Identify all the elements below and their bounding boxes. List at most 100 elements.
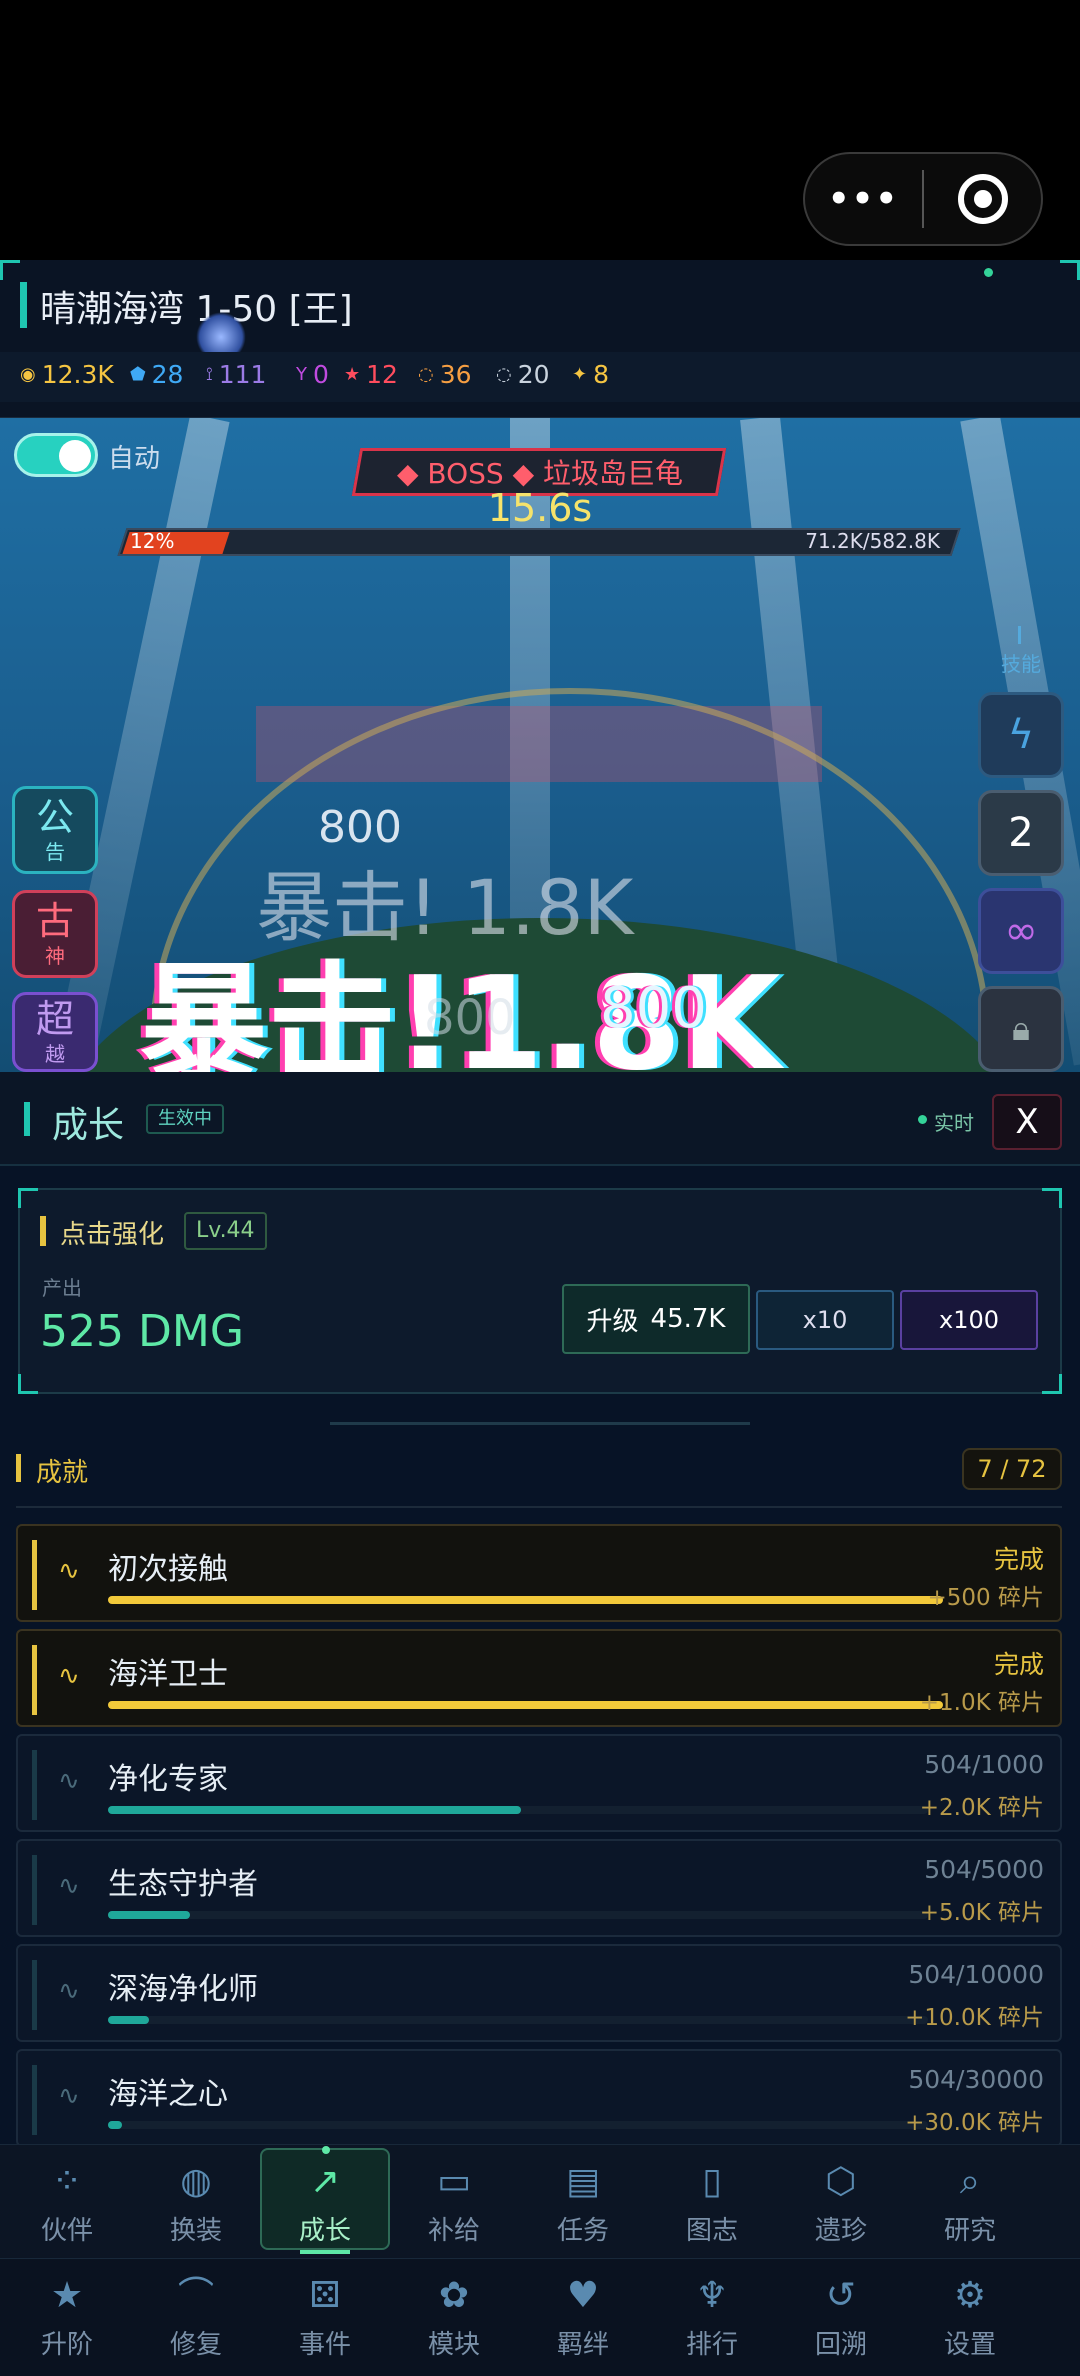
bulb-icon: ◌ (418, 364, 434, 385)
notice-label: 告 (45, 840, 65, 864)
achievement-accent (32, 2065, 37, 2135)
status-badge: 生效中 (146, 1104, 224, 1134)
achievement-status: 504/5000 (924, 1855, 1044, 1884)
nav-trend[interactable]: ↗ 成长 (270, 2160, 380, 2247)
lightning-skill-button[interactable]: ϟ (978, 692, 1064, 778)
more-menu-icon[interactable]: ••• (805, 179, 922, 219)
title-accent (20, 282, 27, 328)
nav-dice[interactable]: ⚄ 事件 (270, 2274, 380, 2361)
upgrade-x100-button[interactable]: x100 (900, 1290, 1038, 1350)
resource-value: 12 (366, 360, 398, 389)
upgrade-button[interactable]: 升级 45.7K (562, 1284, 750, 1354)
nav-label: 事件 (298, 2330, 351, 2360)
nav-module[interactable]: ✿ 模块 (399, 2274, 509, 2361)
gear-icon: ⚙ (953, 2275, 987, 2316)
team-icon: ⁘ (51, 2161, 83, 2202)
locked-skill-button[interactable]: 🔒︎ (978, 986, 1064, 1072)
trophy-icon: ♆ (695, 2275, 729, 2316)
nav-label: 补给 (427, 2216, 480, 2246)
transcend-button[interactable]: 超 越 (12, 992, 98, 1072)
achievement-item[interactable]: ∿ 初次接触 完成 +500 碎片 (16, 1524, 1062, 1622)
nav-label: 羁绊 (556, 2330, 609, 2360)
upgrade-cost: 45.7K (650, 1304, 726, 1334)
nav-repair[interactable]: ⌒ 修复 (141, 2274, 251, 2361)
tap-upgrade-title: 点击强化 (60, 1220, 165, 1250)
achievement-name: 生态守护者 (108, 1867, 258, 1902)
achievement-reward: +500 碎片 (927, 1585, 1044, 1611)
skill-count-button[interactable]: 2 (978, 790, 1064, 876)
coin-icon: ◉ (20, 364, 36, 385)
growth-accent (24, 1102, 30, 1136)
nav-team[interactable]: ⁘ 伙伴 (12, 2160, 122, 2247)
achievement-reward: +1.0K 碎片 (919, 1690, 1044, 1716)
ancient-god-button[interactable]: 古 神 (12, 890, 98, 978)
nav-label: 回溯 (814, 2330, 867, 2360)
achievement-reward: +30.0K 碎片 (905, 2110, 1044, 2136)
nav-rewind[interactable]: ↺ 回溯 (786, 2274, 896, 2361)
clipboard-icon: ▤ (565, 2161, 600, 2202)
resource-value: 28 (151, 360, 184, 389)
auto-toggle[interactable] (14, 433, 98, 477)
achievement-item[interactable]: ∿ 海洋卫士 完成 +1.0K 碎片 (16, 1629, 1062, 1727)
resource-value: 0 (313, 360, 329, 389)
nav-heart[interactable]: ♥ 羁绊 (528, 2274, 638, 2361)
growth-title: 成长 (52, 1105, 125, 1146)
gem-icon: ⬟ (130, 364, 146, 385)
achievement-item[interactable]: ∿ 深海净化师 504/10000 +10.0K 碎片 (16, 1944, 1062, 2042)
close-button[interactable]: X (992, 1094, 1062, 1150)
nav-label: 模块 (427, 2330, 480, 2360)
achievement-item[interactable]: ∿ 净化专家 504/1000 +2.0K 碎片 (16, 1734, 1062, 1832)
miniprogram-capsule: ••• (803, 152, 1043, 246)
level-badge: Lv.44 (184, 1212, 267, 1250)
nav-magnifier[interactable]: ⌕ 研究 (915, 2160, 1025, 2247)
transcend-glyph: 超 (35, 997, 74, 1041)
module-icon: ✿ (438, 2275, 470, 2316)
nav-label: 研究 (943, 2216, 996, 2246)
nav-gem-shield[interactable]: ⬡ 遗珍 (786, 2160, 896, 2247)
nav-palette[interactable]: ◍ 换装 (141, 2160, 251, 2247)
resource-bar: ◉ 12.3K ⬟ 28 ⟟ 111 Y 0 ★ 12 ◌ 36 ◌ 20 ✦ 8 (0, 352, 1080, 402)
output-value: 525 DMG (40, 1306, 244, 1357)
sword-icon: ⟟ (206, 364, 213, 385)
active-underline (300, 2250, 350, 2254)
heart-icon: ♥ (566, 2275, 600, 2316)
upgrade-x10-button[interactable]: x10 (756, 1290, 894, 1350)
achievement-status: 504/10000 (908, 1960, 1044, 1989)
section-divider (330, 1422, 750, 1425)
nav-book[interactable]: ▯ 图志 (657, 2160, 767, 2247)
achievement-status: 504/30000 (908, 2065, 1044, 2094)
achievement-progress-fill (108, 1701, 943, 1709)
gem-shield-icon: ⬡ (825, 2161, 857, 2202)
lightning-icon: ϟ (1007, 712, 1035, 758)
nav-trophy[interactable]: ♆ 排行 (657, 2274, 767, 2361)
auto-label: 自动 (108, 444, 161, 474)
nav-label: 修复 (169, 2330, 222, 2360)
achievement-accent (32, 1750, 37, 1820)
achievement-item[interactable]: ∿ 生态守护者 504/5000 +5.0K 碎片 (16, 1839, 1062, 1937)
ancient-god-label: 神 (45, 944, 65, 968)
nav-label: 遗珍 (814, 2216, 867, 2246)
nav-clipboard[interactable]: ▤ 任务 (528, 2160, 638, 2247)
notice-button[interactable]: 公 告 (12, 786, 98, 874)
transcend-label: 越 (45, 1042, 65, 1066)
achievement-progress-track (108, 2121, 928, 2129)
nav-star[interactable]: ★ 升阶 (12, 2274, 122, 2361)
achievement-item[interactable]: ∿ 海洋之心 504/30000 +30.0K 碎片 (16, 2049, 1062, 2147)
achievements-accent (16, 1454, 21, 1482)
close-miniprogram-button[interactable] (924, 174, 1041, 224)
achievements-title: 成就 (36, 1458, 89, 1488)
nav-label: 升阶 (40, 2330, 93, 2360)
wave-icon: ∿ (58, 1661, 80, 1691)
trend-icon: ↗ (309, 2161, 341, 2202)
boss-timer: 15.6s (487, 486, 593, 530)
spark-icon: ✦ (572, 364, 588, 385)
achievement-accent (32, 1855, 37, 1925)
dice-icon: ⚄ (309, 2275, 341, 2316)
infinity-skill-button[interactable]: ∞ (978, 888, 1064, 974)
skill-count: 2 (1008, 810, 1034, 856)
nav-gear[interactable]: ⚙ 设置 (915, 2274, 1025, 2361)
skills-label: 技能 (1001, 652, 1041, 676)
achievement-accent (32, 1960, 37, 2030)
achievement-accent (32, 1645, 37, 1715)
nav-card[interactable]: ▭ 补给 (399, 2160, 509, 2247)
